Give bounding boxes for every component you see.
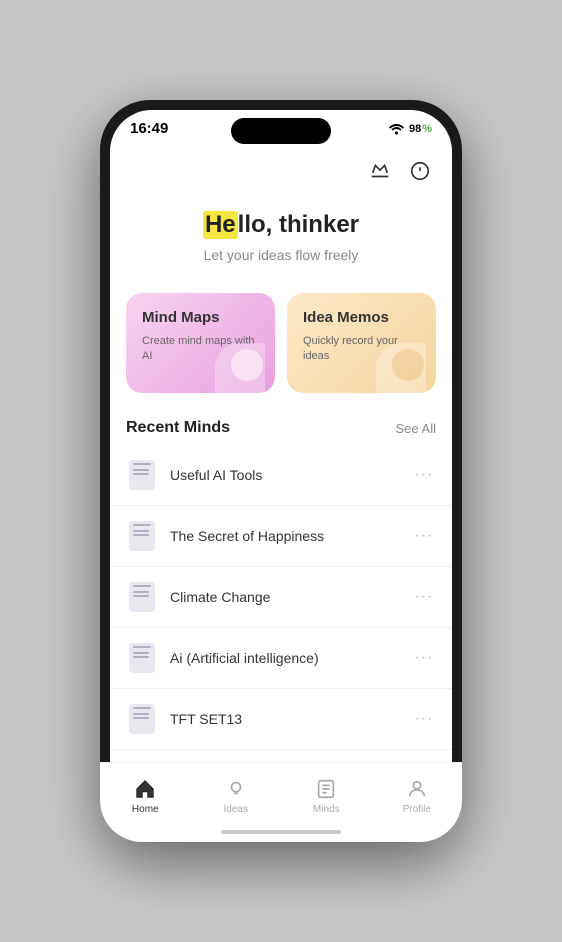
main-content: Hello, thinker Let your ideas flow freel…: [110, 143, 452, 832]
nav-home[interactable]: Home: [110, 763, 191, 832]
more-options-button-2[interactable]: ···: [412, 524, 436, 548]
doc-icon-5: [126, 703, 158, 735]
profile-icon: [405, 777, 429, 801]
battery-indicator: 98 %: [409, 123, 432, 135]
header-toolbar: [110, 143, 452, 191]
recent-section-title: Recent Minds: [126, 419, 230, 437]
nav-home-label: Home: [132, 804, 159, 815]
more-options-button-3[interactable]: ···: [412, 585, 436, 609]
status-time: 16:49: [130, 120, 168, 137]
nav-ideas[interactable]: Ideas: [191, 763, 282, 832]
list-item-text: Ai (Artificial intelligence): [170, 650, 412, 666]
more-options-button-1[interactable]: ···: [412, 463, 436, 487]
card-decoration-1: [231, 349, 263, 381]
more-options-button-4[interactable]: ···: [412, 646, 436, 670]
doc-icon-4: [126, 642, 158, 674]
see-all-button[interactable]: See All: [396, 421, 436, 436]
recent-list: Useful AI Tools ··· The Secret of Happin…: [110, 445, 452, 811]
mind-maps-title: Mind Maps: [142, 309, 259, 326]
list-item[interactable]: The Secret of Happiness ···: [110, 506, 452, 567]
ai-icon: [409, 160, 431, 182]
minds-icon: [314, 777, 338, 801]
greeting-title: Hello, thinker: [130, 211, 432, 239]
dynamic-island: [231, 118, 331, 144]
list-item-text: Useful AI Tools: [170, 467, 412, 483]
greeting-section: Hello, thinker Let your ideas flow freel…: [110, 191, 452, 273]
home-indicator: [221, 830, 341, 832]
battery-percent: 98: [409, 123, 421, 135]
idea-memos-card[interactable]: Idea Memos Quickly record your ideas: [287, 293, 436, 393]
feature-cards: Mind Maps Create mind maps with AI Idea …: [110, 273, 452, 403]
wifi-icon: [389, 123, 404, 135]
ideas-icon: [224, 777, 248, 801]
list-item-text: TFT SET13: [170, 711, 412, 727]
home-icon: [133, 777, 157, 801]
list-item[interactable]: Ai (Artificial intelligence) ···: [110, 628, 452, 689]
greeting-subtitle: Let your ideas flow freely: [130, 247, 432, 263]
status-icons: 98 %: [389, 123, 432, 135]
list-item[interactable]: Useful AI Tools ···: [110, 445, 452, 506]
list-item[interactable]: TFT SET13 ···: [110, 689, 452, 750]
nav-minds[interactable]: Minds: [281, 763, 372, 832]
bottom-navigation: Home Ideas Minds: [110, 762, 452, 832]
ai-profile-button[interactable]: [404, 155, 436, 187]
nav-profile[interactable]: Profile: [372, 763, 453, 832]
recent-section-header: Recent Minds See All: [110, 403, 452, 445]
nav-profile-label: Profile: [403, 804, 431, 815]
nav-ideas-label: Ideas: [224, 804, 248, 815]
doc-icon-2: [126, 520, 158, 552]
mind-maps-card[interactable]: Mind Maps Create mind maps with AI: [126, 293, 275, 393]
list-item-text: Climate Change: [170, 589, 412, 605]
list-item-text: The Secret of Happiness: [170, 528, 412, 544]
crown-icon: [369, 160, 391, 182]
idea-memos-title: Idea Memos: [303, 309, 420, 326]
doc-icon-1: [126, 459, 158, 491]
list-item[interactable]: Climate Change ···: [110, 567, 452, 628]
greeting-highlight: He: [203, 211, 238, 239]
nav-minds-label: Minds: [313, 804, 340, 815]
phone-screen: 16:49 98 %: [110, 110, 452, 832]
card-decoration-2: [392, 349, 424, 381]
crown-button[interactable]: [364, 155, 396, 187]
more-options-button-5[interactable]: ···: [412, 707, 436, 731]
doc-icon-3: [126, 581, 158, 613]
phone-frame: 16:49 98 %: [100, 100, 462, 842]
